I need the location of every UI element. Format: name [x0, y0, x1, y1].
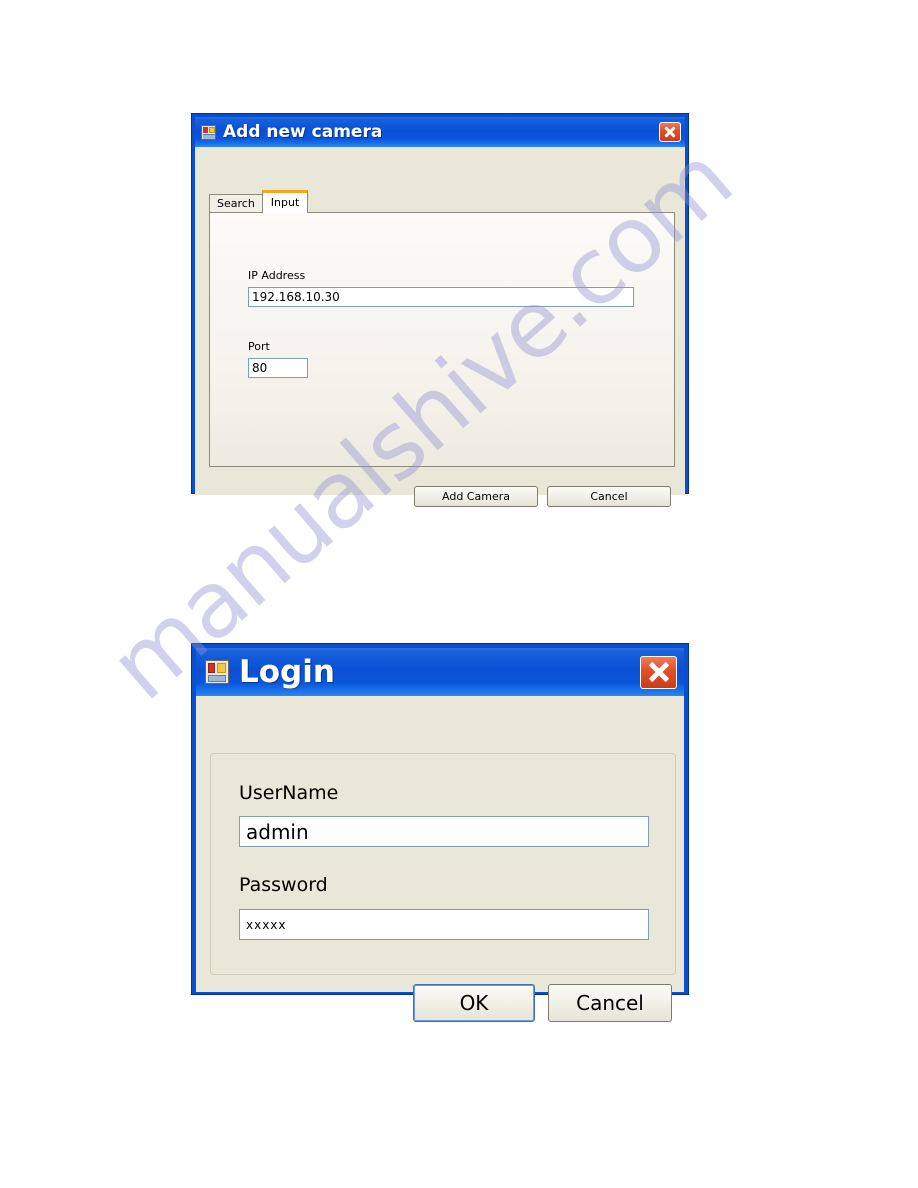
form-icon	[205, 660, 229, 684]
add-camera-body: Search Input IP Address 192.168.10.30 Po…	[195, 147, 685, 507]
ok-button-label: OK	[459, 991, 489, 1015]
login-cancel-button[interactable]: Cancel	[548, 984, 672, 1022]
add-camera-cancel-button[interactable]: Cancel	[547, 486, 671, 507]
ip-address-value: 192.168.10.30	[252, 290, 340, 304]
add-camera-cancel-label: Cancel	[590, 490, 628, 503]
add-camera-title: Add new camera	[223, 122, 383, 142]
login-title: Login	[239, 655, 335, 689]
close-icon[interactable]	[640, 655, 677, 689]
tab-search[interactable]: Search	[209, 194, 263, 213]
add-new-camera-dialog: Add new camera Search Input IP Address 1…	[191, 113, 689, 507]
tab-search-label: Search	[217, 197, 255, 210]
login-titlebar[interactable]: Login	[196, 648, 684, 696]
add-camera-button[interactable]: Add Camera	[414, 486, 538, 507]
tab-input-label: Input	[270, 195, 300, 209]
add-camera-tabstrip: Search Input	[209, 190, 309, 213]
port-value: 80	[252, 361, 268, 375]
password-value: xxxxx	[246, 917, 287, 932]
port-label: Port	[248, 340, 270, 353]
password-input[interactable]: xxxxx	[239, 909, 649, 940]
add-camera-button-label: Add Camera	[442, 490, 510, 503]
tab-input[interactable]: Input	[261, 190, 309, 213]
ok-button[interactable]: OK	[413, 984, 535, 1022]
login-body: UserName admin Password xxxxx OK Cancel	[196, 696, 684, 1022]
form-icon	[201, 124, 216, 140]
login-cancel-label: Cancel	[576, 991, 644, 1015]
username-input[interactable]: admin	[239, 816, 649, 847]
username-label: UserName	[239, 782, 339, 804]
password-label: Password	[239, 874, 328, 896]
input-tab-panel: IP Address 192.168.10.30 Port 80	[209, 212, 675, 467]
ip-address-input[interactable]: 192.168.10.30	[248, 287, 634, 307]
ip-address-label: IP Address	[248, 269, 306, 282]
close-icon[interactable]	[659, 122, 681, 142]
credentials-group: UserName admin Password xxxxx	[210, 753, 676, 975]
add-camera-titlebar[interactable]: Add new camera	[195, 117, 685, 147]
login-dialog: Login UserName admin Password xxxxx OK C…	[191, 643, 689, 1022]
username-value: admin	[246, 819, 309, 844]
port-input[interactable]: 80	[248, 358, 308, 378]
